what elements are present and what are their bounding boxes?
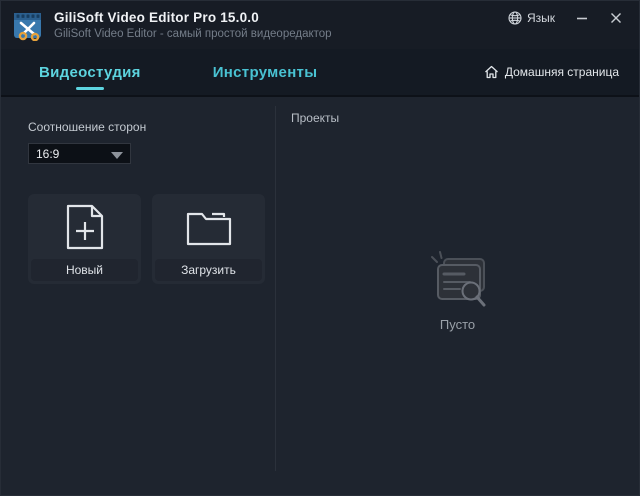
tab-video-studio[interactable]: Видеостудия	[39, 49, 141, 95]
load-project-label: Загрузить	[155, 259, 262, 281]
app-logo-icon	[14, 12, 41, 41]
home-page-button[interactable]: Домашняя страница	[478, 61, 625, 83]
language-button[interactable]: Язык	[502, 9, 561, 27]
tab-tools[interactable]: Инструменты	[213, 49, 318, 95]
active-tab-underline	[75, 87, 104, 90]
aspect-ratio-value: 16:9	[36, 146, 60, 161]
minimize-icon	[577, 17, 587, 20]
app-subtitle: GiliSoft Video Editor - самый простой ви…	[54, 27, 332, 40]
aspect-ratio-select[interactable]: 16:9	[28, 143, 131, 164]
close-button[interactable]	[603, 8, 629, 28]
language-label: Язык	[526, 11, 555, 25]
empty-text: Пусто	[439, 317, 476, 332]
load-project-button[interactable]: Загрузить	[152, 194, 265, 284]
tab-video-studio-label: Видеостудия	[39, 63, 141, 81]
globe-icon	[508, 11, 522, 25]
projects-header: Проекты	[291, 111, 340, 125]
empty-projects-icon	[430, 251, 485, 307]
new-project-label: Новый	[31, 259, 138, 281]
aspect-ratio-label: Соотношение сторон	[28, 120, 147, 134]
title-block: GiliSoft Video Editor Pro 15.0.0 GiliSof…	[54, 10, 332, 41]
title-bar: GiliSoft Video Editor Pro 15.0.0 GiliSof…	[1, 1, 639, 49]
close-icon	[611, 13, 621, 23]
open-folder-icon	[186, 212, 231, 245]
chevron-down-icon	[111, 152, 123, 159]
tab-tools-label: Инструменты	[212, 63, 318, 81]
projects-panel: Проекты Пусто	[276, 97, 639, 495]
tab-bar: Видеостудия Инструменты Домашняя страниц…	[1, 49, 639, 97]
project-actions: Новый Загрузить	[28, 194, 275, 284]
minimize-button[interactable]	[569, 8, 595, 28]
home-page-label: Домашняя страница	[504, 65, 619, 79]
new-document-icon	[66, 204, 103, 249]
home-icon	[484, 65, 498, 79]
app-title: GiliSoft Video Editor Pro 15.0.0	[54, 9, 259, 25]
left-panel: Соотношение сторон 16:9 Новый Загрузить	[1, 97, 275, 495]
app-window: GiliSoft Video Editor Pro 15.0.0 GiliSof…	[0, 0, 640, 496]
window-controls: Язык	[502, 8, 629, 28]
main-content: Соотношение сторон 16:9 Новый Загрузить …	[1, 97, 639, 495]
projects-empty-state: Пусто	[276, 247, 639, 332]
new-project-button[interactable]: Новый	[28, 194, 141, 284]
